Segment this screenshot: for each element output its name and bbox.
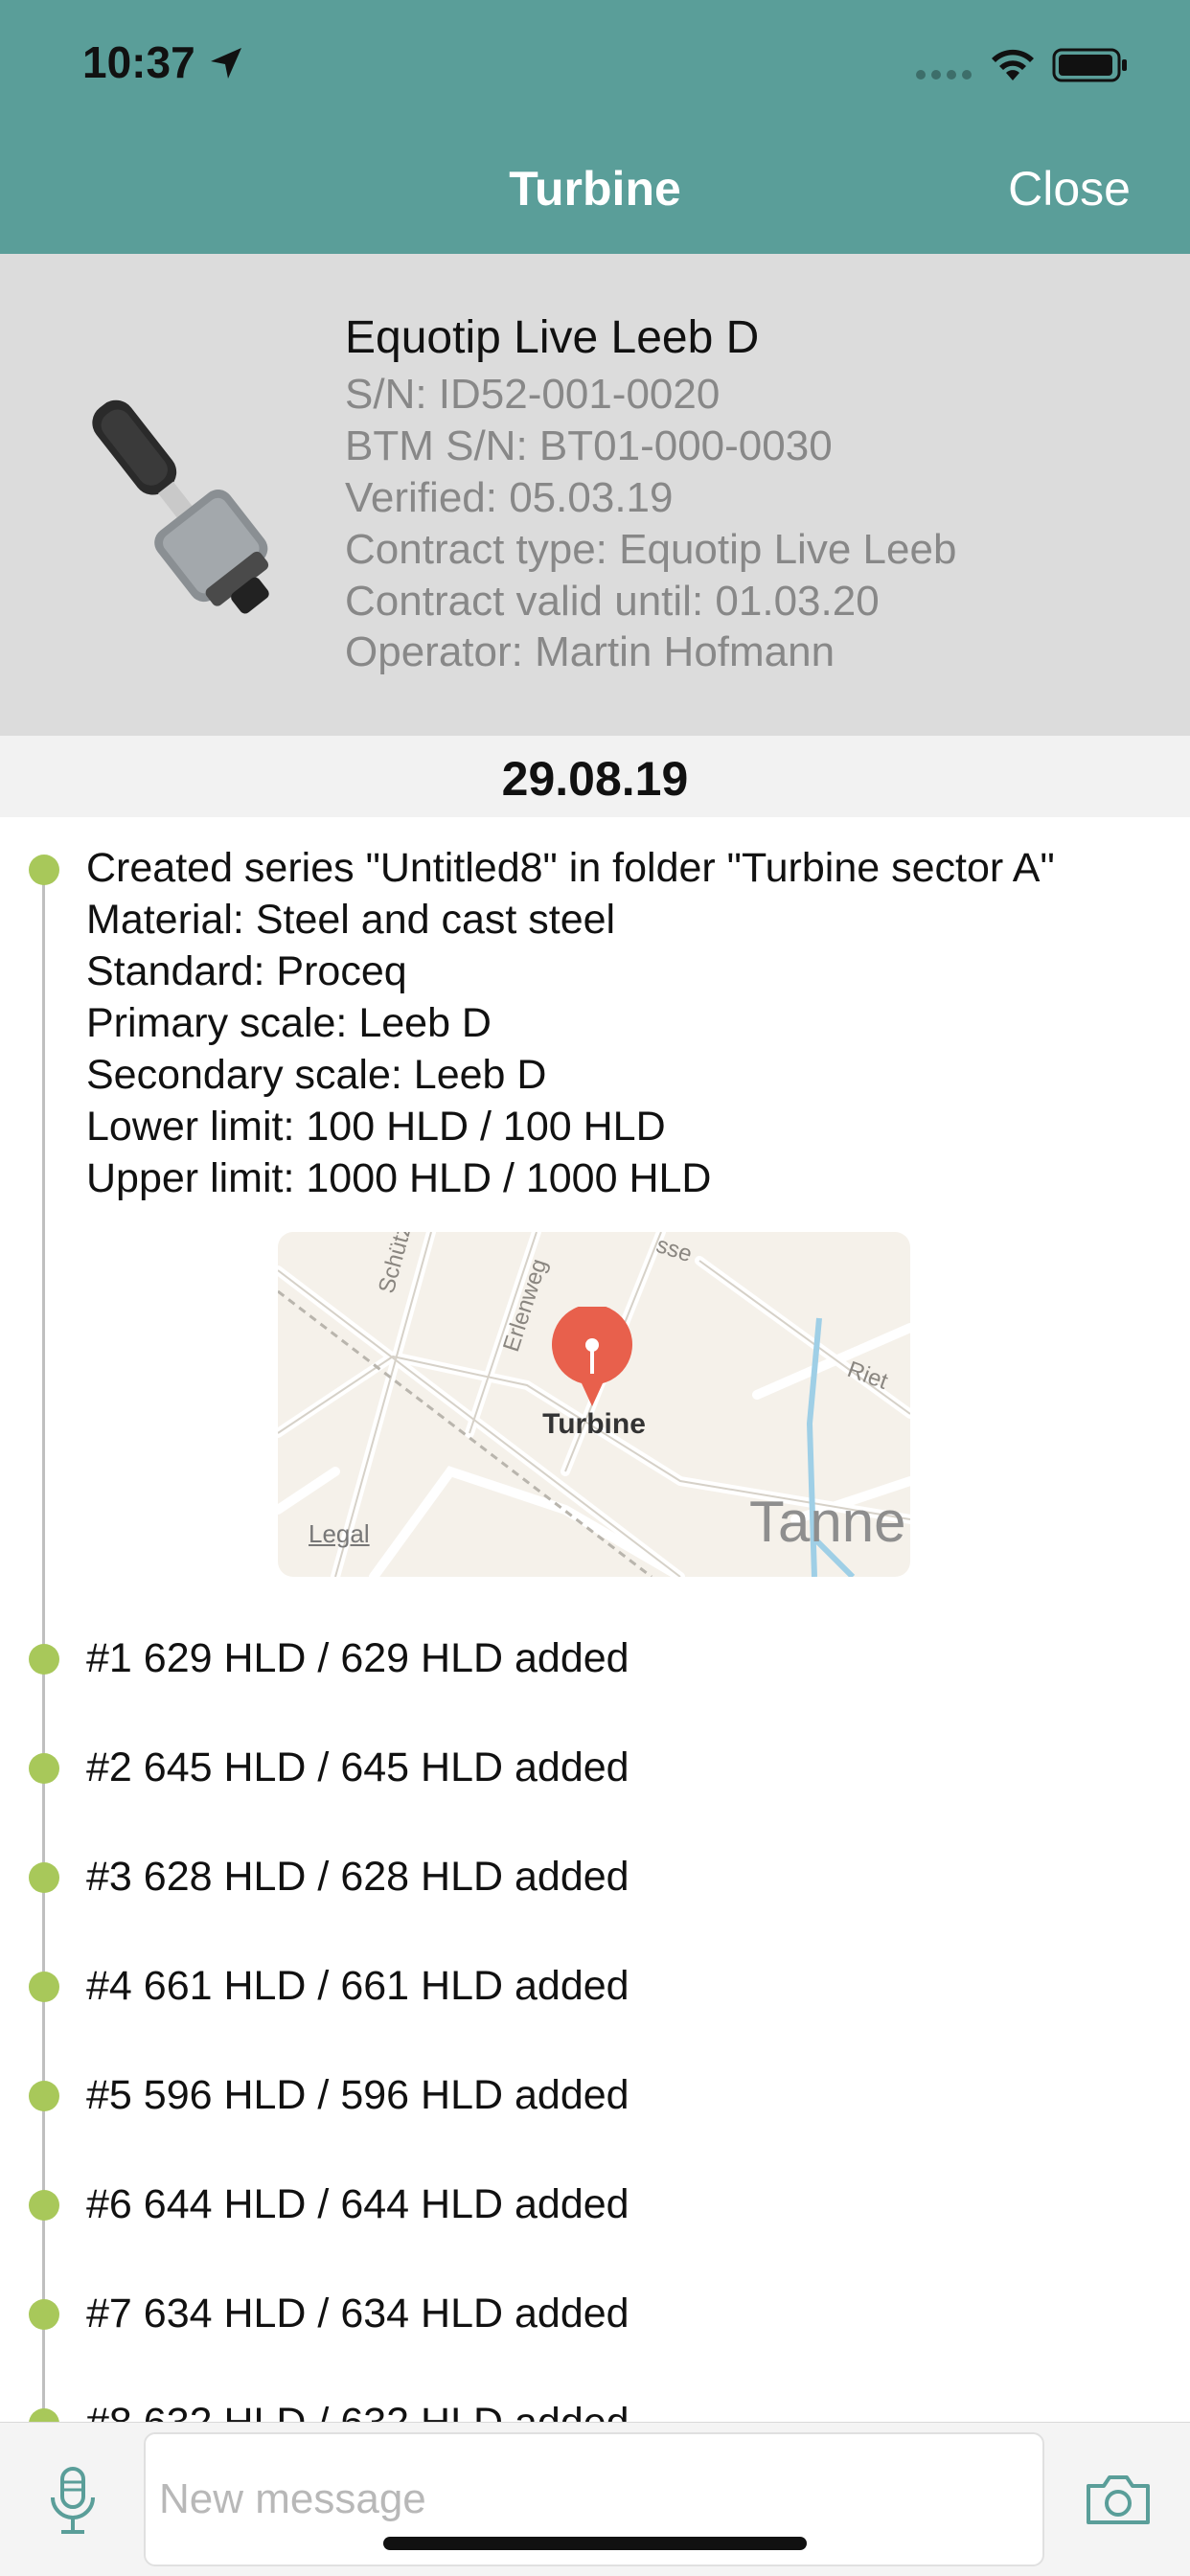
device-name: Equotip Live Leeb D [345,312,760,363]
status-time: 10:37 [82,37,195,87]
series-standard: Standard: Proceq [86,948,407,994]
timeline-entry: #2 645 HLD / 645 HLD added [86,1744,629,1790]
location-arrow-icon [211,48,241,79]
series-primary-scale: Primary scale: Leeb D [86,1000,492,1046]
home-indicator [383,2537,807,2550]
navigation-bar: 10:37 Turbine Close [0,0,1190,254]
message-composer [0,2422,1190,2576]
device-image [92,399,269,614]
series-secondary-scale: Secondary scale: Leeb D [86,1052,547,1098]
timeline-entry: #7 634 HLD / 634 HLD added [86,2291,629,2337]
camera-icon[interactable] [1085,2473,1152,2526]
timeline-entry: #3 628 HLD / 628 HLD added [86,1854,629,1900]
map-pin-label: Turbine [542,1408,646,1440]
series-upper-limit: Upper limit: 1000 HLD / 1000 HLD [86,1155,712,1201]
signal-dots-icon [916,70,972,80]
device-info-panel: Equotip Live Leeb D S/N: ID52-001-0020 B… [0,254,1190,736]
timeline-dot [29,1972,59,2002]
timeline-dot [29,1644,59,1675]
battery-icon [1052,48,1127,82]
timeline-dot [29,2081,59,2111]
location-map[interactable]: Schütze Erlenweg sse Riet Turbine Tanne … [278,1232,910,1577]
date-header: 29.08.19 [0,736,1190,817]
series-lower-limit: Lower limit: 100 HLD / 100 HLD [86,1104,666,1150]
timeline-entry: #6 644 HLD / 644 HLD added [86,2181,629,2227]
timeline-dot [29,1753,59,1784]
device-contract-valid: Contract valid until: 01.03.20 [345,578,880,625]
timeline-dot [29,1862,59,1893]
timeline-dot [29,2190,59,2221]
map-pin-icon [552,1307,632,1406]
timeline-entry: #1 629 HLD / 629 HLD added [86,1635,629,1681]
device-contract-type: Contract type: Equotip Live Leeb [345,526,957,573]
timeline-dot [29,855,59,885]
timeline-entry: #5 596 HLD / 596 HLD added [86,2072,629,2118]
device-serial: S/N: ID52-001-0020 [345,371,721,418]
timeline-line [42,867,45,2419]
close-button[interactable]: Close [1008,161,1131,217]
series-material: Material: Steel and cast steel [86,897,616,943]
series-created-text: Created series "Untitled8" in folder "Tu… [86,845,1055,891]
microphone-icon[interactable] [46,2465,100,2538]
device-verified: Verified: 05.03.19 [345,474,674,521]
timeline-dot [29,2299,59,2330]
map-area-label: Tanne [749,1490,906,1554]
date-label: 29.08.19 [501,752,689,806]
map-legal-link[interactable]: Legal [309,1519,370,1549]
wifi-icon [992,49,1034,80]
timeline-entry: #4 661 HLD / 661 HLD added [86,1963,629,2009]
device-operator: Operator: Martin Hofmann [345,628,835,675]
device-btm-serial: BTM S/N: BT01-000-0030 [345,422,833,469]
